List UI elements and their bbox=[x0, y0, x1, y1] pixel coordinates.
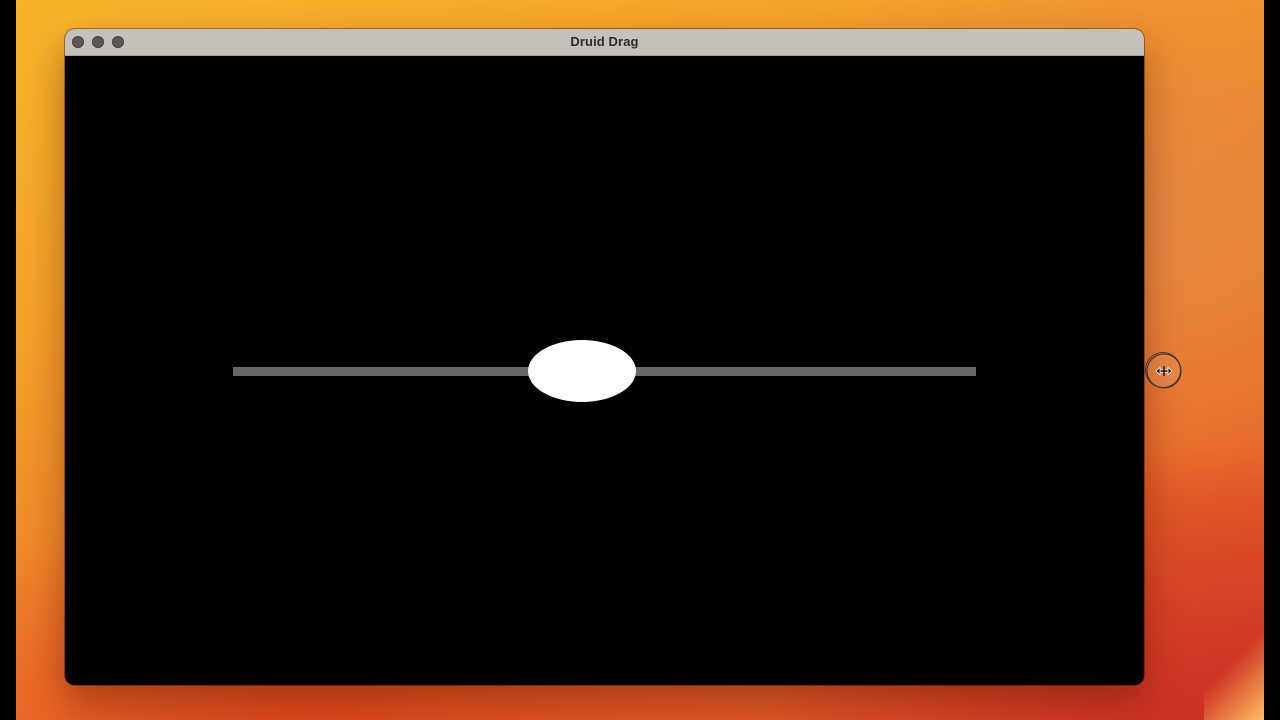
letterbox-right bbox=[1264, 0, 1280, 720]
letterbox-left bbox=[0, 0, 16, 720]
app-window: Druid Drag bbox=[65, 29, 1144, 685]
screen: Druid Drag bbox=[0, 0, 1280, 720]
slider-thumb[interactable] bbox=[528, 340, 636, 402]
wallpaper-glow bbox=[1204, 630, 1264, 720]
desktop-wallpaper: Druid Drag bbox=[16, 0, 1264, 720]
app-canvas bbox=[65, 56, 1144, 685]
window-title: Druid Drag bbox=[570, 34, 639, 49]
window-titlebar[interactable]: Druid Drag bbox=[65, 29, 1144, 56]
resize-horizontal-cursor-icon bbox=[1145, 352, 1182, 389]
